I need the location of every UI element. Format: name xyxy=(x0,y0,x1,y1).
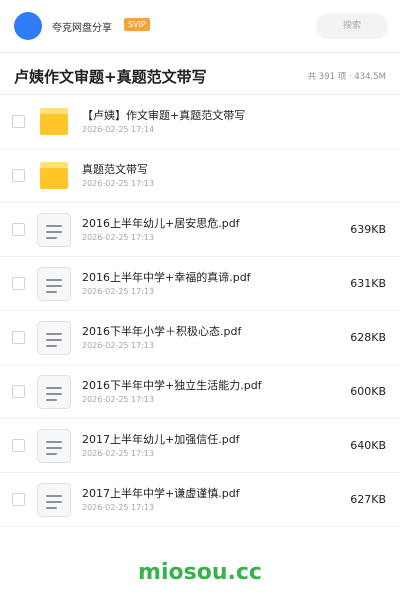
row-checkbox[interactable] xyxy=(12,493,25,506)
item-date: 2026-02-25 17:13 xyxy=(82,179,155,188)
row-checkbox[interactable] xyxy=(12,115,25,128)
item-size: 600KB xyxy=(350,385,386,398)
item-size: 628KB xyxy=(350,331,386,344)
watermark: miosou.cc xyxy=(138,560,262,585)
item-size: 627KB xyxy=(350,493,386,506)
item-name: 2017上半年幼儿+加强信任.pdf xyxy=(82,433,240,446)
folder-icon xyxy=(40,108,68,135)
item-name: 2016上半年中学+幸福的真谛.pdf xyxy=(82,271,251,284)
row-checkbox[interactable] xyxy=(12,331,25,344)
item-name: 2016上半年幼儿+居安思危.pdf xyxy=(82,217,240,230)
item-size: 640KB xyxy=(350,439,386,452)
header-divider xyxy=(0,52,400,53)
document-icon xyxy=(37,375,71,409)
row-checkbox[interactable] xyxy=(12,223,25,236)
item-date: 2026-02-25 17:13 xyxy=(82,395,155,404)
file-row[interactable]: 2017上半年中学+谦虚谨慎.pdf 2026-02-25 17:13 627KB xyxy=(0,473,400,527)
app-name: 夸克网盘分享 xyxy=(52,23,112,34)
item-date: 2026-02-25 17:13 xyxy=(82,449,155,458)
top-bar: 夸克网盘分享 SVIP 搜索 xyxy=(0,0,400,52)
row-checkbox[interactable] xyxy=(12,169,25,182)
avatar[interactable] xyxy=(14,12,42,40)
document-icon xyxy=(37,483,71,517)
document-icon xyxy=(37,321,71,355)
item-name: 真题范文带写 xyxy=(82,163,148,176)
file-row[interactable]: 2017上半年幼儿+加强信任.pdf 2026-02-25 17:13 640KB xyxy=(0,419,400,473)
item-date: 2026-02-25 17:13 xyxy=(82,503,155,512)
folder-summary: 共 391 项 · 434.5M xyxy=(307,72,386,82)
document-icon xyxy=(37,429,71,463)
document-icon xyxy=(37,213,71,247)
folder-row[interactable]: 【卢姨】作文审题+真题范文带写 2026-02-25 17:14 xyxy=(0,95,400,149)
item-name: 2016下半年中学+独立生活能力.pdf xyxy=(82,379,262,392)
file-row[interactable]: 2016下半年中学+独立生活能力.pdf 2026-02-25 17:13 600K… xyxy=(0,365,400,419)
item-date: 2026-02-25 17:13 xyxy=(82,233,155,242)
folder-icon xyxy=(40,162,68,189)
row-checkbox[interactable] xyxy=(12,385,25,398)
svip-badge: SVIP xyxy=(124,18,150,31)
file-row[interactable]: 2016上半年幼儿+居安思危.pdf 2026-02-25 17:13 639KB xyxy=(0,203,400,257)
item-date: 2026-02-25 17:13 xyxy=(82,341,155,350)
file-row[interactable]: 2016下半年小学＋积极心态.pdf 2026-02-25 17:13 628KB xyxy=(0,311,400,365)
item-size: 631KB xyxy=(350,277,386,290)
item-size: 639KB xyxy=(350,223,386,236)
document-icon xyxy=(37,267,71,301)
file-list: 【卢姨】作文审题+真题范文带写 2026-02-25 17:14 真题范文带写 202… xyxy=(0,95,400,527)
file-row[interactable]: 2016上半年中学+幸福的真谛.pdf 2026-02-25 17:13 631KB xyxy=(0,257,400,311)
folder-row[interactable]: 真题范文带写 2026-02-25 17:13 xyxy=(0,149,400,203)
item-name: 2017上半年中学+谦虚谨慎.pdf xyxy=(82,487,240,500)
row-checkbox[interactable] xyxy=(12,277,25,290)
search-input[interactable]: 搜索 xyxy=(316,13,388,39)
item-date: 2026-02-25 17:14 xyxy=(82,125,155,134)
item-name: 2016下半年小学＋积极心态.pdf xyxy=(82,325,242,338)
page-title: 卢姨作文审题+真题范文带写 xyxy=(14,68,207,86)
row-checkbox[interactable] xyxy=(12,439,25,452)
item-name: 【卢姨】作文审题+真题范文带写 xyxy=(82,109,246,122)
item-date: 2026-02-25 17:13 xyxy=(82,287,155,296)
